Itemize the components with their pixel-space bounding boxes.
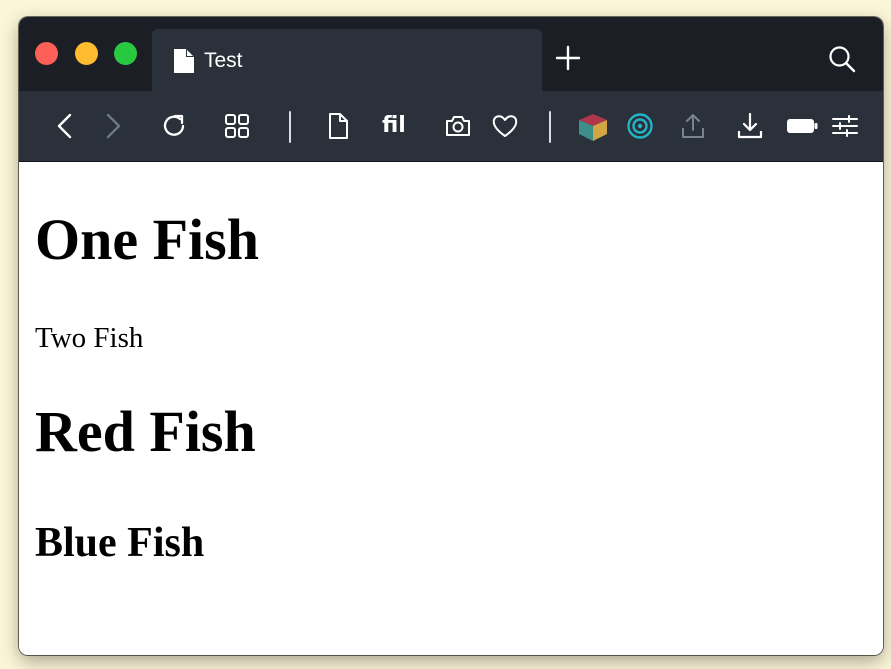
tab-title: Test bbox=[204, 49, 243, 72]
chevron-left-icon[interactable] bbox=[51, 112, 79, 140]
browser-window: Test fil One Fish Two Fish Red Fish Blue… bbox=[19, 17, 883, 655]
cube-icon[interactable] bbox=[577, 112, 609, 141]
toolbar-separator bbox=[289, 111, 291, 143]
camera-icon[interactable] bbox=[444, 112, 472, 140]
plus-icon[interactable] bbox=[555, 45, 581, 71]
battery-icon[interactable] bbox=[785, 112, 819, 140]
sliders-icon[interactable] bbox=[831, 112, 859, 140]
share-icon[interactable] bbox=[679, 112, 707, 140]
grid-icon[interactable] bbox=[223, 112, 251, 140]
heading-blue-fish: Blue Fish bbox=[35, 520, 205, 566]
heart-icon[interactable] bbox=[491, 112, 519, 140]
page-content: One Fish Two Fish Red Fish Blue Fish bbox=[19, 162, 883, 655]
toolbar-separator bbox=[549, 111, 551, 143]
file-icon[interactable] bbox=[324, 112, 352, 140]
close-window-button[interactable] bbox=[35, 42, 58, 65]
chevron-right-icon[interactable] bbox=[99, 112, 127, 140]
minimize-window-button[interactable] bbox=[75, 42, 98, 65]
reload-icon[interactable] bbox=[160, 112, 188, 140]
extension-text-label[interactable]: fil bbox=[382, 113, 412, 139]
circle-target-icon[interactable] bbox=[626, 112, 654, 140]
search-icon[interactable] bbox=[827, 44, 857, 74]
file-icon bbox=[172, 48, 196, 74]
heading-red-fish: Red Fish bbox=[35, 399, 256, 464]
paragraph-two-fish: Two Fish bbox=[35, 322, 144, 354]
heading-one-fish: One Fish bbox=[35, 207, 259, 272]
tab-test[interactable]: Test bbox=[152, 29, 542, 91]
title-bar: Test bbox=[19, 17, 883, 91]
download-icon[interactable] bbox=[736, 112, 764, 140]
zoom-window-button[interactable] bbox=[114, 42, 137, 65]
toolbar: fil bbox=[19, 91, 883, 162]
